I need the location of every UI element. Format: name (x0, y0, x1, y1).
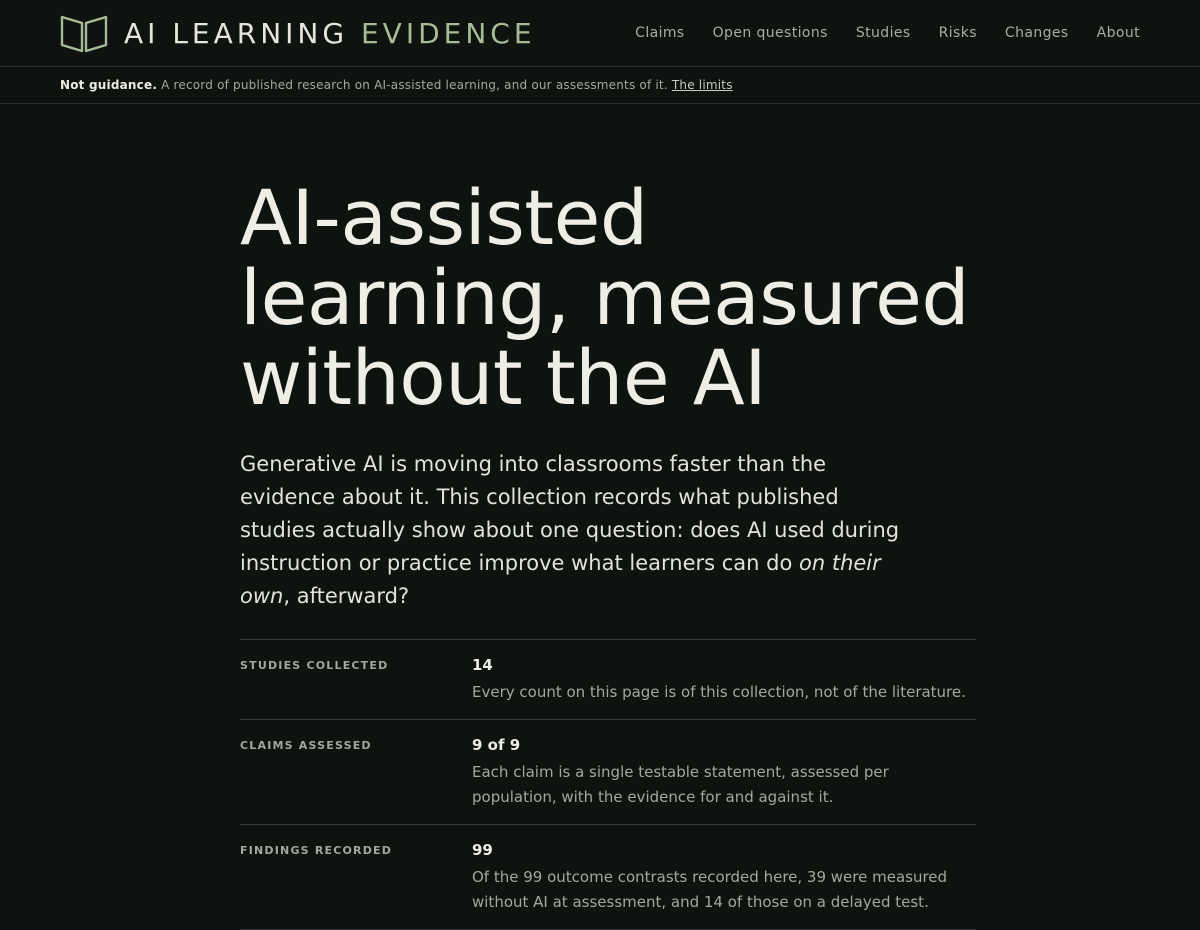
stat-body: 14 Every count on this page is of this c… (472, 656, 976, 705)
stat-description: Each claim is a single testable statemen… (472, 763, 889, 806)
page-title: AI-assisted learning, measured without t… (240, 173, 970, 422)
brand-word-ai-learning: AI LEARNING (124, 16, 349, 50)
stat-label: FINDINGS RECORDED (240, 844, 393, 857)
nav-studies[interactable]: Studies (856, 25, 911, 41)
nav-open-questions[interactable]: Open questions (713, 25, 828, 41)
limits-link[interactable]: The limits (672, 78, 733, 92)
main-nav: Claims Open questions Studies Risks Chan… (635, 25, 1140, 41)
nav-about[interactable]: About (1097, 25, 1140, 41)
stat-description: Of the 99 outcome contrasts recorded her… (472, 868, 948, 911)
stat-body: 9 of 9 Each claim is a single testable s… (472, 736, 976, 810)
stat-body: 99 Of the 99 outcome contrasts recorded … (472, 841, 976, 915)
stat-label: CLAIMS ASSESSED (240, 739, 372, 752)
brand-name: AI LEARNING EVIDENCE (124, 17, 536, 50)
site-header: AI LEARNING EVIDENCE Claims Open questio… (0, 0, 1200, 67)
brand-word-evidence: EVIDENCE (360, 16, 536, 50)
stat-studies-collected: STUDIES COLLECTED 14 Every count on this… (240, 640, 976, 720)
brand-home-link[interactable]: AI LEARNING EVIDENCE (60, 13, 536, 53)
stat-value: 9 of 9 (472, 736, 521, 754)
stat-label: STUDIES COLLECTED (240, 659, 389, 672)
stat-description: Every count on this page is of this coll… (472, 683, 966, 701)
disclaimer-text: A record of published research on AI-ass… (161, 78, 668, 92)
stat-value: 99 (472, 841, 493, 859)
open-book-icon (60, 13, 108, 53)
stat-claims-assessed: CLAIMS ASSESSED 9 of 9 Each claim is a s… (240, 720, 976, 825)
intro-end: , afterward? (283, 584, 410, 608)
intro-paragraph: Generative AI is moving into classrooms … (240, 448, 920, 613)
nav-changes[interactable]: Changes (1005, 25, 1069, 41)
nav-claims[interactable]: Claims (635, 25, 684, 41)
nav-risks[interactable]: Risks (939, 25, 977, 41)
stat-findings-recorded: FINDINGS RECORDED 99 Of the 99 outcome c… (240, 825, 976, 930)
disclaimer-banner: Not guidance. A record of published rese… (0, 67, 1200, 104)
stat-value: 14 (472, 656, 493, 674)
disclaimer-strong: Not guidance. (60, 78, 158, 92)
main-content: AI-assisted learning, measured without t… (240, 178, 976, 930)
stats-list: STUDIES COLLECTED 14 Every count on this… (240, 639, 976, 930)
